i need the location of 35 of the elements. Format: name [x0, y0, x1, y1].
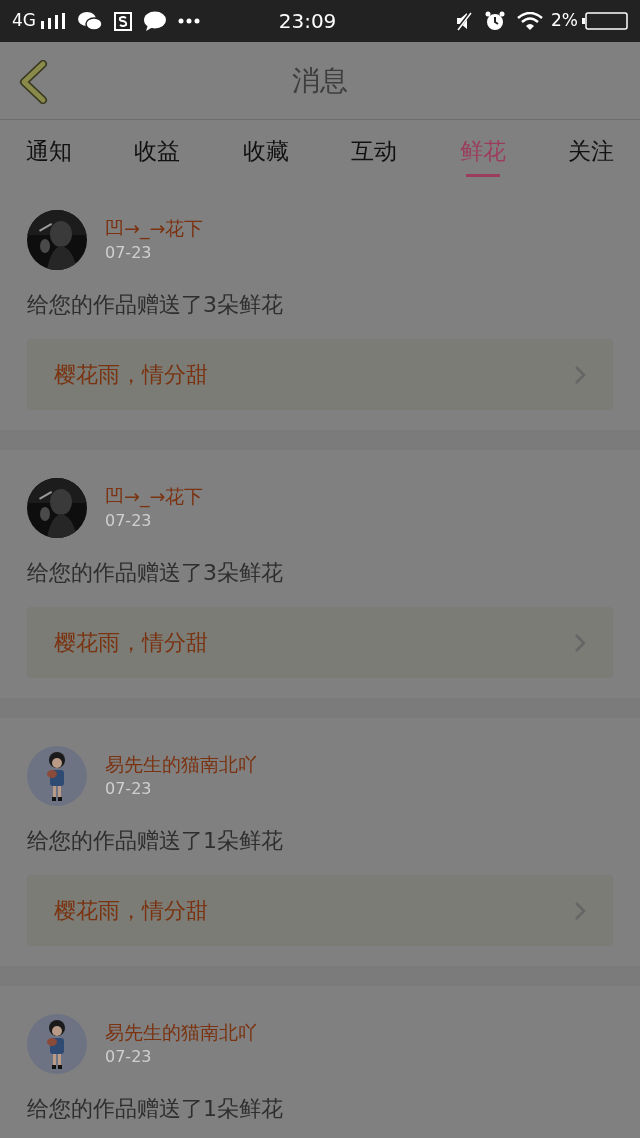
more-icon — [178, 18, 200, 24]
s-app-icon — [114, 11, 132, 31]
message-date: 07-23 — [105, 242, 153, 264]
work-link[interactable]: 樱花雨，情分甜 — [27, 339, 613, 410]
tab[interactable]: 通知 — [14, 120, 84, 182]
network-label: 4G — [12, 9, 36, 33]
tab[interactable]: 鲜花 — [447, 120, 518, 182]
sender-name[interactable]: 易先生的猫南北吖 — [105, 1019, 257, 1045]
chat-bubbles-icon — [78, 11, 102, 31]
battery-percent: 2% — [551, 9, 578, 33]
work-link[interactable]: 樱花雨，情分甜 — [27, 875, 613, 946]
alarm-icon — [485, 11, 505, 31]
mute-icon — [455, 11, 473, 31]
message-date: 07-23 — [105, 510, 153, 532]
back-chevron-icon — [18, 60, 48, 104]
wifi-icon — [517, 12, 543, 30]
sender-name[interactable]: 易先生的猫南北吖 — [105, 751, 257, 777]
signal-icon — [40, 13, 66, 29]
message-date: 07-23 — [105, 778, 153, 800]
message-date: 07-23 — [105, 1046, 153, 1068]
tab[interactable]: 收益 — [122, 120, 193, 182]
sender-name[interactable]: 凹→_→花下 — [105, 483, 204, 509]
sender-name[interactable]: 凹→_→花下 — [105, 215, 204, 241]
tab[interactable]: 关注 — [555, 120, 626, 182]
tab[interactable]: 互动 — [339, 120, 410, 182]
battery-icon — [582, 12, 628, 30]
message-text: 给您的作品赠送了1朵鲜花 — [27, 827, 284, 855]
message-text: 给您的作品赠送了3朵鲜花 — [27, 291, 284, 319]
message-bubble-icon — [144, 11, 166, 31]
page-title: 消息 — [292, 62, 348, 99]
message-text: 给您的作品赠送了3朵鲜花 — [27, 559, 284, 587]
message-text: 给您的作品赠送了1朵鲜花 — [27, 1095, 284, 1123]
work-link[interactable]: 樱花雨，情分甜 — [27, 607, 613, 678]
clock-time: 23:09 — [278, 8, 337, 35]
tab[interactable]: 收藏 — [230, 120, 301, 182]
